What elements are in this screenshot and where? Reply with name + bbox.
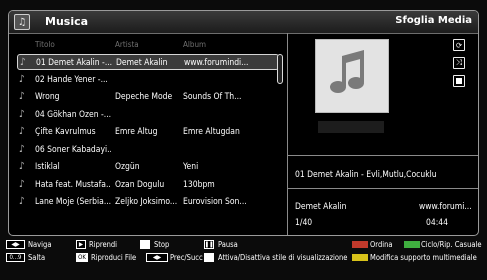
list-item[interactable]: ♪ 06 Soner Kabadayi...	[17, 142, 279, 158]
legend-stop: Stop	[154, 240, 170, 249]
list-item[interactable]: ♪ Çifte Kavrulmus Emre Altug Emre Altugdan	[17, 124, 279, 140]
list-item[interactable]: ♪ 01 Demet Akalin -... Demet Akalin www.for…	[17, 54, 279, 70]
legend-navigate: Naviga	[28, 240, 52, 249]
info-divider-2	[288, 188, 478, 189]
legend-loop-shuffle: Ciclo/Rip. Casuale	[421, 240, 482, 249]
legend-play-file: Riproduci File	[91, 253, 137, 262]
prev-next-key-icon: ◀▶	[146, 253, 168, 262]
shuffle-icon[interactable]: ⤨	[453, 57, 465, 69]
legend-pause: Pausa	[218, 240, 238, 249]
list-item[interactable]: ♪ Hata feat. Mustafa... Ozan Dogulu 130bpm	[17, 177, 279, 193]
column-header-album: Album	[183, 40, 207, 49]
ok-key-icon: OK	[76, 253, 88, 262]
list-item[interactable]: ♪ Lane Moje (Serbia... Zeljko Joksimo... Eu…	[17, 194, 279, 210]
cell-album: Yeni	[183, 162, 199, 172]
red-key-icon	[352, 241, 368, 248]
navigate-key-icon: ◀▶	[6, 240, 25, 249]
music-note-icon: ♪	[19, 143, 25, 155]
cell-artist: Ozan Dogulu	[115, 179, 165, 190]
cell-album: Sounds Of Th...	[183, 92, 242, 102]
page-title: Musica	[45, 15, 89, 28]
cell-title: 01 Demet Akalin -...	[36, 58, 112, 68]
legend-jump: Salta	[28, 253, 46, 262]
list-item[interactable]: ♪ 04 Gökhan Özen -...	[17, 107, 279, 123]
stop-key-icon	[140, 240, 150, 249]
cell-artist: Emre Altug	[115, 127, 158, 137]
cell-title: Wrong	[35, 92, 60, 102]
music-note-icon: ♪	[19, 178, 25, 190]
cell-artist: Demet Akalin	[116, 58, 168, 68]
music-note-icon: ♪	[19, 196, 25, 207]
browse-media-label[interactable]: Sfoglia Media	[395, 15, 472, 26]
legend-change-media: Modifica supporto multimediale	[370, 253, 477, 262]
cell-album: Eurovision Son...	[183, 197, 247, 207]
music-note-icon: ♪	[20, 57, 26, 68]
cell-album: 130bpm	[183, 179, 215, 190]
music-folder-icon: ♫	[14, 14, 30, 30]
repeat-icon[interactable]: ⟳	[453, 39, 465, 51]
green-key-icon	[404, 241, 420, 248]
track-list: Titolo Artista Album ♪ 01 Demet Akalin -.…	[9, 33, 286, 235]
column-header-title: Titolo	[35, 40, 55, 49]
cell-title: Çifte Kavrulmus	[35, 127, 96, 137]
legend-play: Riprendi	[89, 240, 118, 249]
cell-title: Hata feat. Mustafa...	[35, 179, 111, 190]
cell-album: Emre Altugdan	[183, 127, 240, 137]
yellow-key-icon	[352, 254, 368, 261]
list-item[interactable]: ♪ Istiklal Özgün Yeni	[17, 159, 279, 175]
panel-divider	[287, 33, 288, 235]
header-bar: ♫ Musica Sfoglia Media	[9, 11, 478, 34]
cell-title: 02 Hande Yener -...	[35, 74, 108, 85]
list-item[interactable]: ♪ 02 Hande Yener -...	[17, 72, 279, 88]
track-duration: 04:44	[426, 218, 449, 228]
cell-artist: Özgün	[115, 162, 140, 172]
stop-square-icon[interactable]	[453, 75, 465, 87]
scrollbar-thumb[interactable]	[277, 54, 283, 84]
music-note-icon: ♪	[19, 91, 25, 102]
play-key-icon: ▶	[76, 240, 86, 249]
cell-artist: Depeche Mode	[115, 92, 173, 102]
now-playing-artist: Demet Akalin	[295, 202, 347, 212]
cell-title: Lane Moje (Serbia...	[35, 197, 111, 207]
number-key-icon: 0...9	[6, 253, 25, 262]
cell-artist: Zeljko Joksimo...	[115, 197, 178, 207]
list-item[interactable]: ♪ Wrong Depeche Mode Sounds Of Th...	[17, 89, 279, 105]
music-note-icon	[330, 50, 364, 93]
info-divider	[288, 155, 478, 156]
cell-title: Istiklal	[35, 162, 60, 172]
music-note-icon: ♪	[19, 108, 25, 120]
music-note-icon: ♪	[19, 126, 25, 137]
legend-order: Ordina	[370, 240, 393, 249]
music-note-icon: ♪	[19, 73, 25, 85]
legend-prev-next: Prec/Succ	[170, 253, 203, 262]
now-playing-track: 01 Demet Akalin - Evli,Mutlu,Cocuklu	[295, 170, 437, 180]
legend-toggle-style: Attiva/Disattiva stile di visualizzazion…	[218, 253, 348, 262]
column-header-artist: Artista	[115, 40, 139, 49]
pause-key-icon: ❚❚	[204, 240, 214, 249]
album-art-placeholder	[315, 39, 389, 113]
cell-title: 04 Gökhan Özen -...	[35, 109, 111, 120]
cell-album: www.forumindi...	[184, 58, 249, 68]
cell-title: 06 Soner Kabadayi...	[35, 144, 111, 155]
album-info-bar	[318, 121, 384, 133]
info-key-icon	[204, 253, 214, 262]
now-playing-album: www.forumi...	[419, 202, 472, 212]
track-position: 1/40	[295, 218, 313, 228]
media-browser-window: ♫ Musica Sfoglia Media Titolo Artista Al…	[8, 10, 479, 236]
music-note-icon: ♪	[19, 161, 25, 172]
